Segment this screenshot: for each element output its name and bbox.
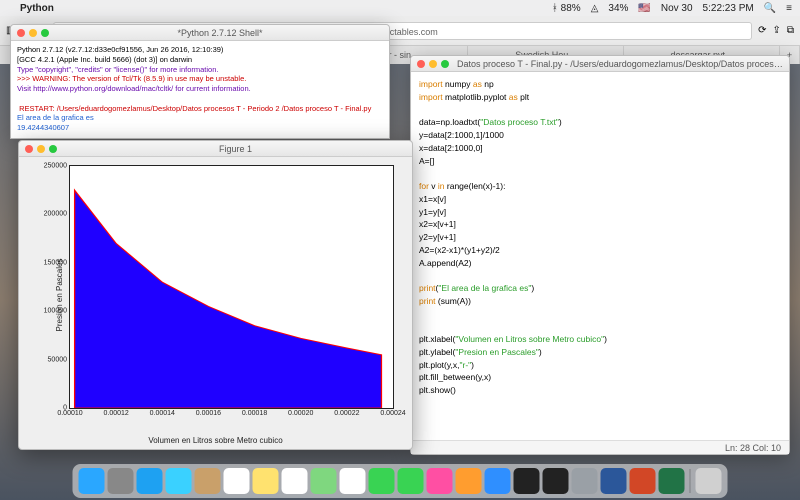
- editor-window: Datos proceso T - Final.py - /Users/edua…: [410, 55, 790, 455]
- xtick: 0.00020: [288, 408, 313, 417]
- dock-reminders-icon[interactable]: [282, 468, 308, 494]
- dock-facetime-icon[interactable]: [398, 468, 424, 494]
- ytick: 200000: [44, 211, 70, 218]
- dock-word-icon[interactable]: [601, 468, 627, 494]
- minimize-icon[interactable]: [37, 145, 45, 153]
- dock-trash-icon[interactable]: [696, 468, 722, 494]
- plot-axes: 0500001000001500002000002500000.000100.0…: [69, 165, 394, 409]
- ytick: 250000: [44, 163, 70, 170]
- menubar-time[interactable]: 5:22:23 PM: [703, 3, 754, 14]
- wifi-icon[interactable]: ◬: [591, 3, 599, 14]
- ytick: 150000: [44, 259, 70, 266]
- dock-contacts-icon[interactable]: [195, 468, 221, 494]
- xtick: 0.00024: [380, 408, 405, 417]
- dock-mail-icon[interactable]: [166, 468, 192, 494]
- xtick: 0.00012: [103, 408, 128, 417]
- close-icon[interactable]: [17, 29, 25, 37]
- xtick: 0.00010: [57, 408, 82, 417]
- zoom-icon[interactable]: [49, 145, 57, 153]
- dock-launchpad-icon[interactable]: [108, 468, 134, 494]
- dock-terminal-icon[interactable]: [514, 468, 540, 494]
- dock-photos-icon[interactable]: [340, 468, 366, 494]
- chart-area-fill: [70, 166, 393, 408]
- python-shell-window: *Python 2.7.12 Shell* Python 2.7.12 (v2.…: [10, 24, 390, 139]
- ytick: 50000: [48, 356, 70, 363]
- shell-titlebar[interactable]: *Python 2.7.12 Shell*: [11, 25, 389, 41]
- dock-excel-icon[interactable]: [659, 468, 685, 494]
- window-title: Figure 1: [65, 144, 406, 154]
- dock: [73, 464, 728, 498]
- dock-messages-icon[interactable]: [369, 468, 395, 494]
- dock-preferences-icon[interactable]: [572, 468, 598, 494]
- dock-python-idle-icon[interactable]: [543, 468, 569, 494]
- dock-itunes-icon[interactable]: [427, 468, 453, 494]
- xtick: 0.00014: [150, 408, 175, 417]
- dock-safari-icon[interactable]: [137, 468, 163, 494]
- xtick: 0.00016: [196, 408, 221, 417]
- figure-titlebar[interactable]: Figure 1: [19, 141, 412, 157]
- bluetooth-status[interactable]: ᚼ 88%: [552, 3, 581, 14]
- zoom-icon[interactable]: [41, 29, 49, 37]
- chart-xlabel: Volumen en Litros sobre Metro cubico: [148, 436, 282, 445]
- figure-window: Figure 1 Presion en Pascales Volumen en …: [18, 140, 413, 450]
- dock-powerpoint-icon[interactable]: [630, 468, 656, 494]
- ytick: 100000: [44, 308, 70, 315]
- reload-icon[interactable]: ⟳: [758, 25, 766, 36]
- app-menu[interactable]: Python: [20, 3, 54, 14]
- share-icon[interactable]: ⇪: [772, 25, 780, 36]
- dock-separator: [690, 469, 691, 493]
- shell-output[interactable]: Python 2.7.12 (v2.7.12:d33e0cf91556, Jun…: [11, 41, 389, 137]
- editor-titlebar[interactable]: Datos proceso T - Final.py - /Users/edua…: [411, 56, 789, 72]
- minimize-icon[interactable]: [429, 60, 437, 68]
- dock-appstore-icon[interactable]: [485, 468, 511, 494]
- xtick: 0.00022: [334, 408, 359, 417]
- dock-notes-icon[interactable]: [253, 468, 279, 494]
- minimize-icon[interactable]: [29, 29, 37, 37]
- close-icon[interactable]: [417, 60, 425, 68]
- dock-ibooks-icon[interactable]: [456, 468, 482, 494]
- window-title: Datos proceso T - Final.py - /Users/edua…: [457, 59, 783, 69]
- notification-center-icon[interactable]: ≡: [786, 3, 792, 14]
- editor-statusbar: Ln: 28 Col: 10: [411, 440, 789, 454]
- window-title: *Python 2.7.12 Shell*: [57, 28, 383, 38]
- spotlight-icon[interactable]: 🔍: [764, 3, 776, 14]
- dock-calendar-icon[interactable]: [224, 468, 250, 494]
- input-flag-icon[interactable]: 🇺🇸: [638, 3, 650, 14]
- menubar: Python ᚼ 88% ◬ 34% 🇺🇸 Nov 30 5:22:23 PM …: [0, 0, 800, 16]
- xtick: 0.00018: [242, 408, 267, 417]
- code-editor[interactable]: import numpy as np import matplotlib.pyp…: [411, 72, 789, 403]
- chart-ylabel: Presion en Pascales: [55, 259, 64, 332]
- battery-status[interactable]: 34%: [608, 3, 628, 14]
- zoom-icon[interactable]: [441, 60, 449, 68]
- dock-maps-icon[interactable]: [311, 468, 337, 494]
- dock-finder-icon[interactable]: [79, 468, 105, 494]
- menubar-date[interactable]: Nov 30: [661, 3, 693, 14]
- close-icon[interactable]: [25, 145, 33, 153]
- tabs-icon[interactable]: ⧉: [787, 25, 794, 36]
